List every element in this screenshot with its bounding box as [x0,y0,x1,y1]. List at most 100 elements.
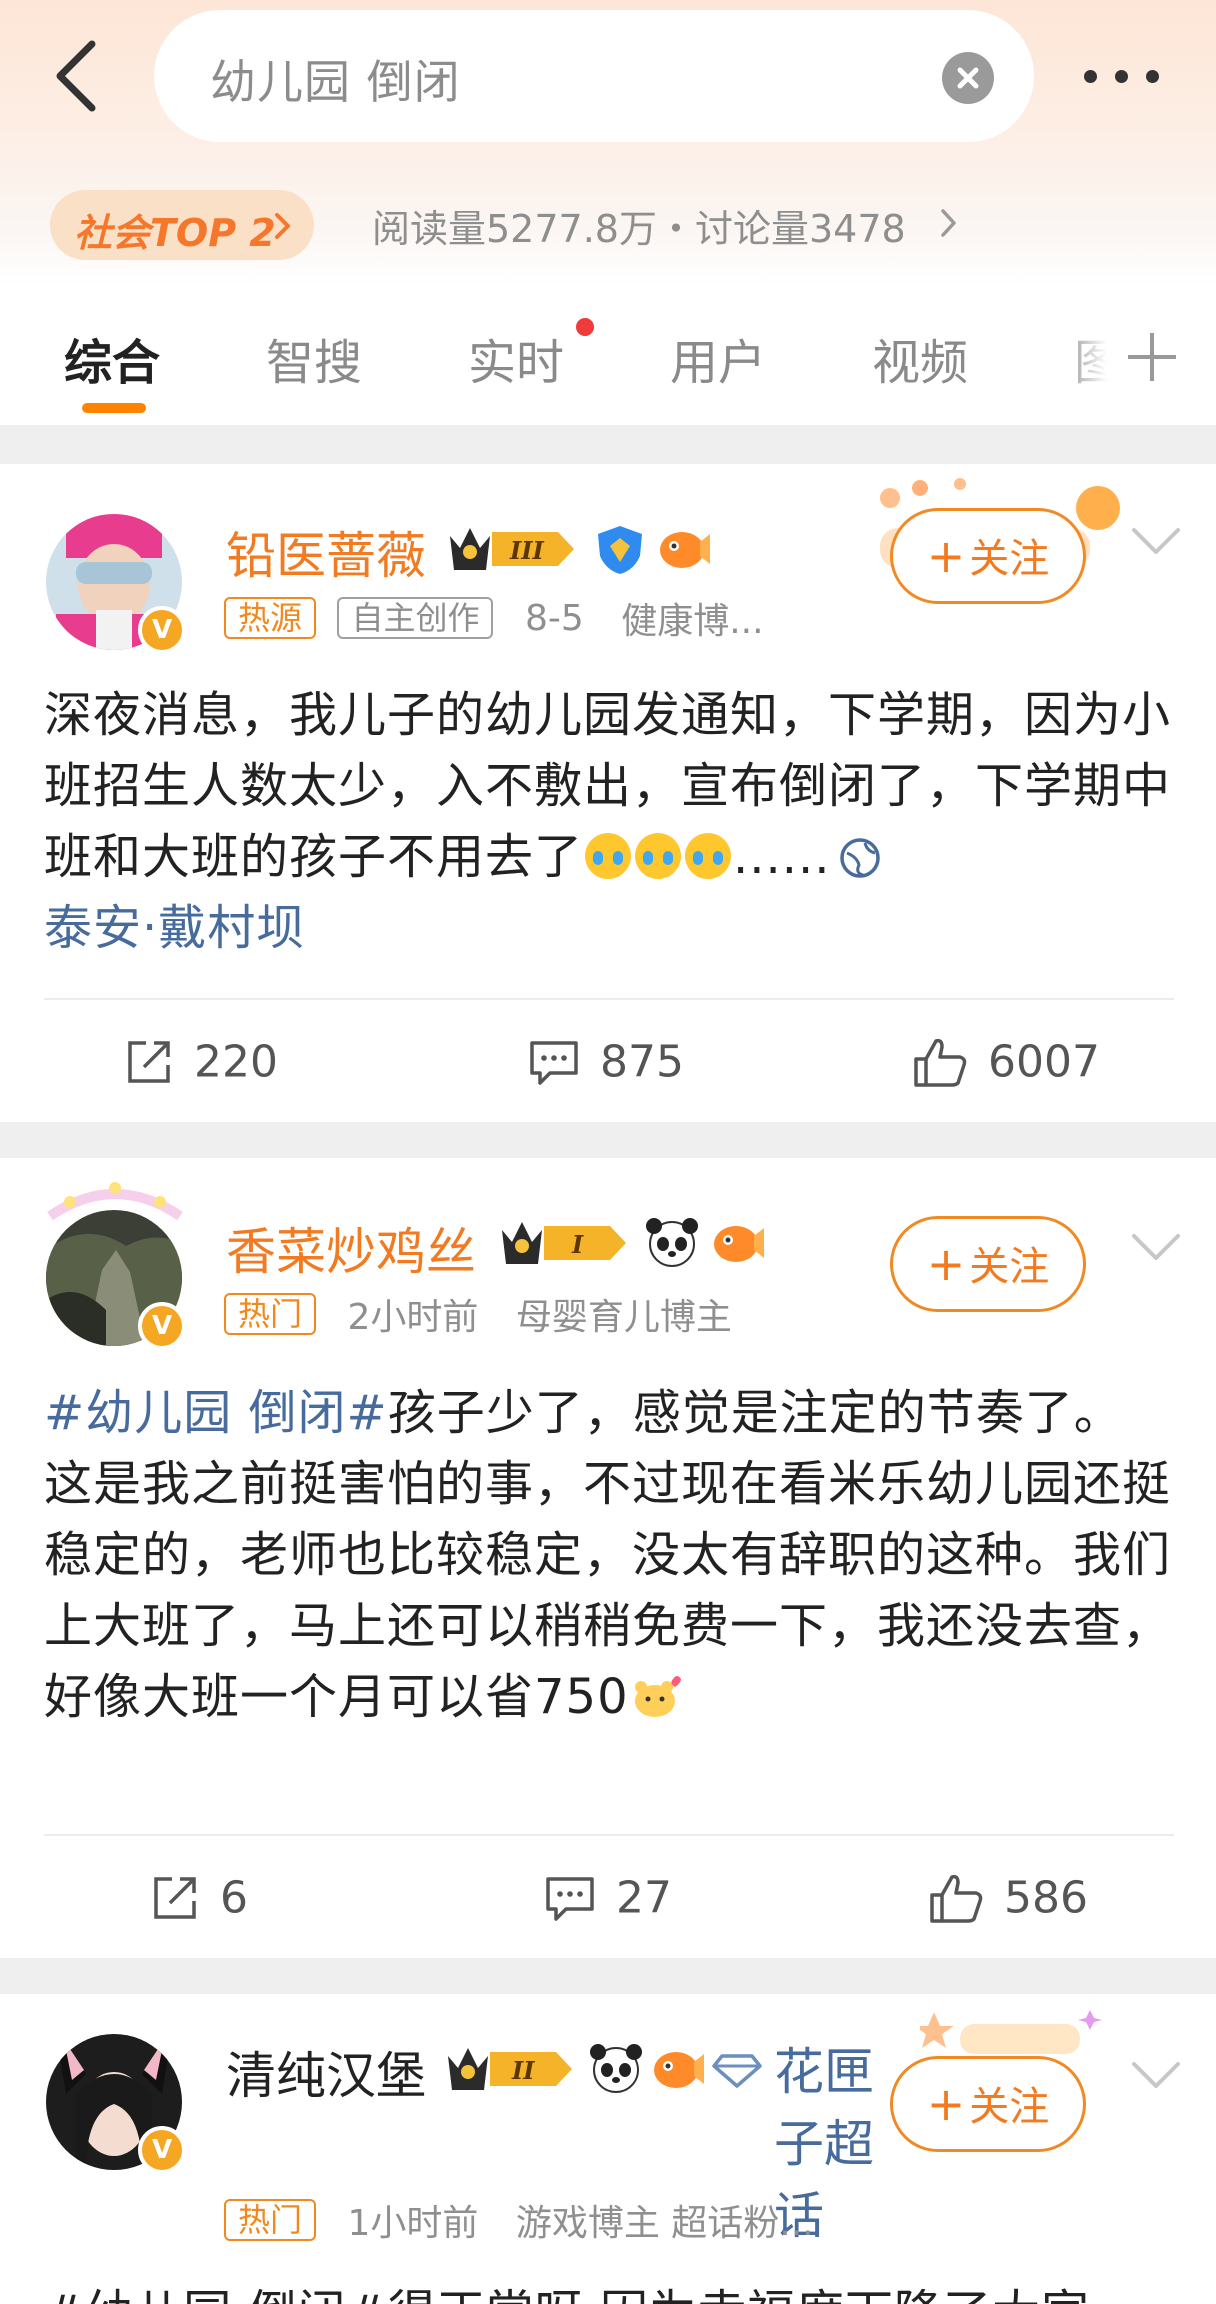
hot-tag: 热门 [224,2199,317,2241]
hot-rank-badge[interactable]: 社会TOP 2 [50,190,314,260]
tab-users[interactable]: 用户 [670,323,766,393]
comment-icon [530,1041,578,1085]
location-link[interactable]: 泰安·戴村坝 [44,900,305,956]
diamond-icon [712,2054,762,2088]
username[interactable]: 铅医蔷薇 [226,516,426,588]
post-meta: 热门 1小时前 游戏博主 超话粉... [224,2194,814,2246]
more-dot-icon [1084,70,1097,83]
chevron-down-icon[interactable] [1130,1230,1182,1266]
original-tag: 自主创作 [337,597,494,639]
comment-button[interactable]: 27 [544,1870,672,1924]
post-text: #幼儿园 倒闭#孩子少了，感觉是注定的节奏了。 这是我之前挺害怕的事，不过现在看米… [44,1385,1172,1725]
comment-button[interactable]: 875 [528,1034,684,1088]
vip-level-badge-icon: III [450,528,574,570]
hot-tag: 热门 [224,1293,317,1335]
location-globe-icon [839,838,880,878]
chevron-down-icon[interactable] [1130,524,1182,560]
post-card: V 清纯汉堡 II 花匣子超话 热门 1小时前 游戏博主 超话粉... + 关注 [0,1994,1216,2304]
plus-icon: + [926,1237,966,1291]
hashtag-link[interactable]: #幼儿园 倒闭# [44,1385,388,1441]
plus-icon [1128,333,1176,381]
repost-count: 220 [194,1036,278,1088]
post-time: 2小时前 [347,1297,479,1338]
comment-count: 875 [600,1036,684,1088]
post-card: V 香菜炒鸡丝 I 热门 2小时前 母婴育儿博主 + 关注 #幼儿园 倒闭#孩子少… [0,1158,1216,1958]
chevron-right-icon [275,213,290,239]
username[interactable]: 清纯汉堡 [226,2036,426,2108]
svg-text:III: III [509,536,544,565]
chevron-down-icon[interactable] [1130,2058,1182,2094]
active-tab-indicator [82,403,146,413]
more-dot-icon [1146,70,1159,83]
vip-level-badge-icon: II [448,2048,572,2090]
vip-level-badge-icon: I [502,1222,626,1264]
follow-button[interactable]: + 关注 [890,2056,1086,2152]
topic-stats[interactable]: 阅读量5277.8万・讨论量3478 [372,198,906,253]
source-tag: 热源 [224,597,317,639]
tab-comprehensive[interactable]: 综合 [64,323,160,393]
follow-button[interactable]: + 关注 [890,1216,1086,1312]
tab-realtime[interactable]: 实时 [468,323,564,393]
share-icon [154,1877,196,1919]
divider [44,1834,1174,1836]
like-count: 6007 [988,1036,1100,1088]
user-category: 母婴育儿博主 [515,1297,732,1338]
svg-text:I: I [571,1230,584,1259]
search-input[interactable]: 幼儿园 倒闭 [154,10,1034,142]
search-query: 幼儿园 倒闭 [210,55,461,109]
fish-icon [660,532,710,568]
more-options-button[interactable] [1080,56,1164,96]
like-count: 586 [1004,1872,1088,1924]
comment-count: 27 [616,1872,672,1924]
avatar[interactable]: V [46,2034,186,2174]
repost-button[interactable]: 220 [124,1034,278,1088]
post-time: 1小时前 [347,2203,479,2244]
user-category: 健康博... [621,601,764,642]
thumbs-up-icon [914,1038,967,1087]
new-content-dot [576,318,594,336]
verified-badge-icon: V [138,1302,186,1350]
clear-search-button[interactable] [942,52,994,104]
search-tabs: 综合 智搜 实时 用户 视频 图 [0,285,1216,425]
post-card: V 铅医蔷薇 III 热源 自主创作 8-5 健康博... + 关注 深夜消息，我… [0,464,1216,1122]
avatar[interactable]: V [46,1182,186,1350]
comment-icon [546,1877,594,1921]
repost-button[interactable]: 6 [150,1870,248,1924]
post-meta: 热门 2小时前 母婴育儿博主 [224,1288,732,1340]
verified-badge-icon: V [138,606,186,654]
hamster-heart-emoji-icon [634,1676,681,1717]
panda-icon [646,1218,698,1267]
chevron-right-icon [941,209,956,237]
share-icon [128,1041,170,1083]
plus-icon: + [926,529,966,583]
thumbs-up-icon [930,1874,983,1923]
fish-icon [654,2052,704,2088]
close-icon [957,67,979,89]
avatar[interactable]: V [46,514,186,654]
user-category: 游戏博主 超话粉... [515,2203,814,2244]
verified-badge-icon: V [138,2126,186,2174]
post-text: #幼儿园 倒闭#得正常呀 因为幸福度下降了大家 [44,2278,1184,2304]
panda-icon [590,2044,642,2093]
like-button[interactable]: 586 [928,1870,1088,1925]
post-meta: 热源 自主创作 8-5 健康博... [224,592,764,644]
rank-label: 社会TOP 2 [74,211,276,255]
add-tab-button[interactable] [1124,329,1180,385]
crying-laughing-emoji-icon [685,833,732,879]
crying-laughing-emoji-icon [635,833,682,879]
tab-video[interactable]: 视频 [872,323,968,393]
more-dot-icon [1115,70,1128,83]
fish-icon [714,1226,764,1262]
tab-smart-search[interactable]: 智搜 [266,323,362,393]
crying-laughing-emoji-icon [585,833,632,879]
username[interactable]: 香菜炒鸡丝 [226,1212,476,1284]
shield-badge-icon [598,526,642,574]
post-text: 深夜消息，我儿子的幼儿园发通知，下学期，因为小班招生人数太少，入不敷出，宣布倒闭… [44,687,1172,956]
post-time: 8-5 [524,597,584,639]
back-button[interactable] [48,36,108,116]
plus-icon: + [926,2077,966,2131]
like-button[interactable]: 6007 [912,1034,1100,1089]
divider [44,998,1174,1000]
back-arrow-icon [56,40,96,112]
follow-button[interactable]: + 关注 [890,508,1086,604]
